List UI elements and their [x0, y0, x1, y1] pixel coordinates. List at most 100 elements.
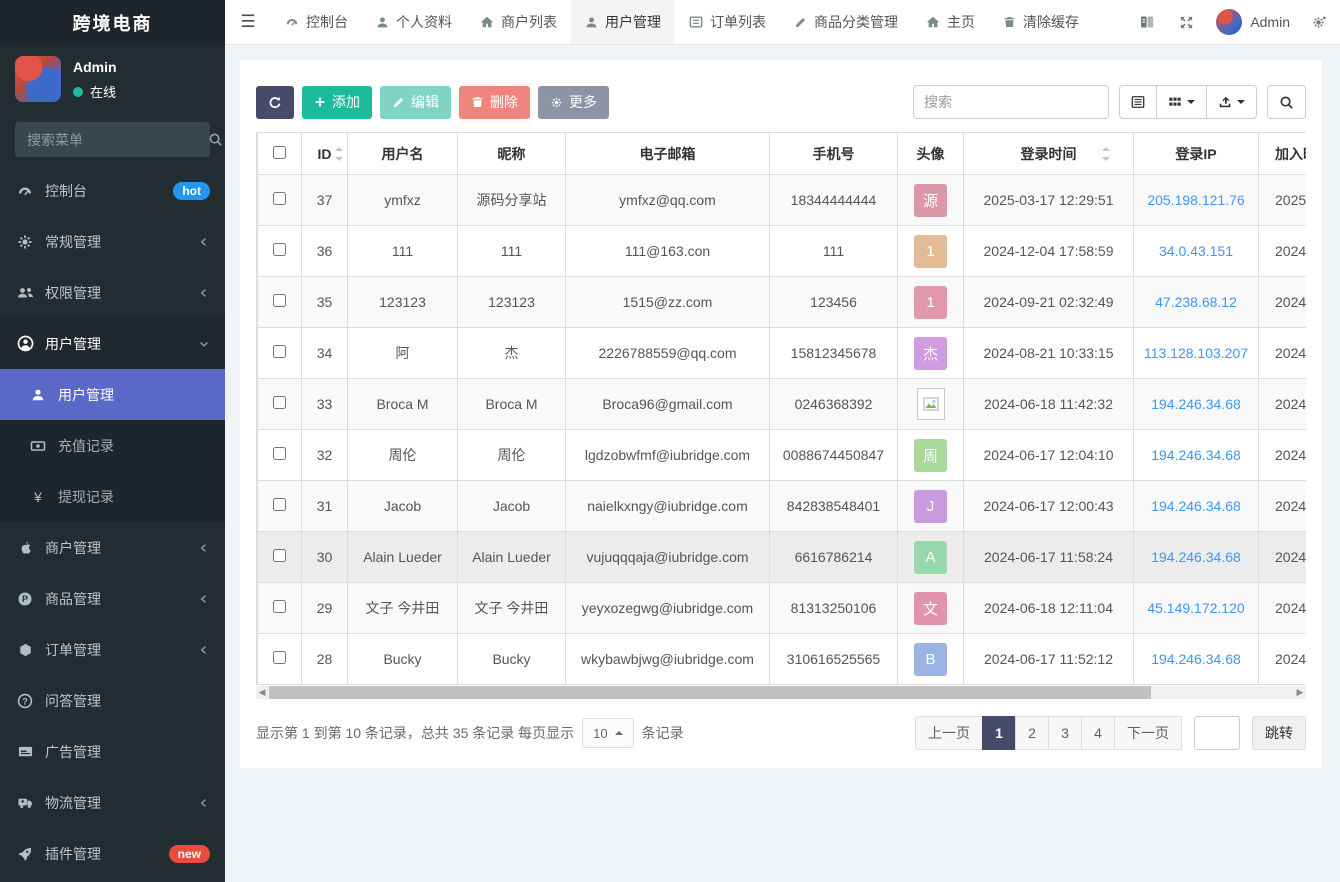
admin-dropdown[interactable]: Admin: [1206, 0, 1300, 44]
jump-page-input[interactable]: [1194, 716, 1240, 750]
login-ip-link[interactable]: 194.246.34.68: [1134, 379, 1259, 430]
cell-join-time: 2024-06: [1259, 634, 1307, 685]
columns-button[interactable]: [1156, 85, 1207, 119]
cell-avatar: 1: [898, 277, 964, 328]
header-id[interactable]: ID: [302, 133, 348, 175]
user-status: 在线: [90, 82, 116, 101]
tab-dashboard[interactable]: 控制台: [271, 0, 362, 44]
tab-clear-cache[interactable]: 清除缓存: [989, 0, 1093, 44]
select-all-checkbox[interactable]: [273, 146, 286, 159]
row-checkbox[interactable]: [273, 192, 286, 205]
sidebar-item-order[interactable]: 订单管理: [0, 624, 225, 675]
cell-id: 29: [302, 583, 348, 634]
tab-order-list[interactable]: 订单列表: [675, 0, 780, 44]
login-ip-link[interactable]: 194.246.34.68: [1134, 532, 1259, 583]
cell-avatar: 杰: [898, 328, 964, 379]
sidebar-item-plugins[interactable]: 插件管理 new: [0, 828, 225, 879]
edit-button[interactable]: 编辑: [380, 86, 451, 119]
sidebar-item-permission[interactable]: 权限管理: [0, 267, 225, 318]
tab-category-management[interactable]: 商品分类管理: [780, 0, 912, 44]
header-login-time[interactable]: 登录时间: [964, 133, 1134, 175]
page-button[interactable]: 3: [1048, 716, 1082, 750]
table-search-input[interactable]: [913, 85, 1109, 119]
row-checkbox[interactable]: [273, 447, 286, 460]
truck-icon: [15, 795, 35, 810]
sidebar-search[interactable]: [15, 122, 210, 157]
page-button[interactable]: 4: [1081, 716, 1115, 750]
chevron-left-icon: [198, 287, 210, 299]
page-button[interactable]: 2: [1015, 716, 1049, 750]
users-icon: [15, 285, 35, 301]
online-dot-icon: [73, 87, 83, 97]
sidebar-item-dashboard[interactable]: 控制台 hot: [0, 165, 225, 216]
search-icon: [208, 132, 223, 147]
sidebar-subitem-user-management[interactable]: 用户管理: [0, 369, 225, 420]
add-button[interactable]: 添加: [302, 86, 372, 119]
row-checkbox[interactable]: [273, 243, 286, 256]
search-submit-button[interactable]: [1267, 85, 1306, 119]
login-ip-link[interactable]: 205.198.121.76: [1134, 175, 1259, 226]
sidebar-item-ads[interactable]: 广告管理: [0, 726, 225, 777]
login-ip-link[interactable]: 47.238.68.12: [1134, 277, 1259, 328]
row-checkbox[interactable]: [273, 549, 286, 562]
tab-user-management[interactable]: 用户管理: [571, 0, 675, 44]
fullscreen-button[interactable]: [1167, 0, 1206, 44]
sidebar-item-user-management[interactable]: 用户管理: [0, 318, 225, 369]
language-switch-button[interactable]: [1127, 0, 1167, 44]
page-button[interactable]: 下一页: [1114, 716, 1182, 750]
page-button[interactable]: 1: [982, 716, 1016, 750]
tab-merchant-list[interactable]: 商户列表: [466, 0, 571, 44]
sidebar-item-qa[interactable]: ? 问答管理: [0, 675, 225, 726]
sidebar-item-product[interactable]: P 商品管理: [0, 573, 225, 624]
refresh-button[interactable]: [256, 86, 294, 119]
cell-nickname: Bucky: [458, 634, 566, 685]
settings-button[interactable]: [1300, 0, 1340, 44]
detail-view-button[interactable]: [1119, 85, 1157, 119]
sidebar-item-merchant[interactable]: 商户管理: [0, 522, 225, 573]
more-button[interactable]: 更多: [538, 86, 609, 119]
table-row: 33 Broca M Broca M Broca96@gmail.com 024…: [258, 379, 1307, 430]
cell-username: Alain Lueder: [348, 532, 458, 583]
login-ip-link[interactable]: 194.246.34.68: [1134, 634, 1259, 685]
tab-home[interactable]: 主页: [912, 0, 989, 44]
scroll-right-arrow[interactable]: ▶: [1294, 686, 1306, 699]
sidebar-search-input[interactable]: [27, 132, 208, 148]
chevron-left-icon: [198, 542, 210, 554]
chevron-left-icon: [198, 236, 210, 248]
cell-avatar: A: [898, 532, 964, 583]
scroll-left-arrow[interactable]: ◀: [256, 686, 268, 699]
cell-email: 1515@zz.com: [566, 277, 770, 328]
tab-profile[interactable]: 个人资料: [362, 0, 466, 44]
row-checkbox[interactable]: [273, 498, 286, 511]
row-checkbox[interactable]: [273, 651, 286, 664]
page-button[interactable]: 上一页: [915, 716, 983, 750]
login-ip-link[interactable]: 194.246.34.68: [1134, 430, 1259, 481]
jump-button[interactable]: 跳转: [1252, 716, 1306, 750]
per-page-dropdown[interactable]: 10: [582, 718, 633, 748]
caret-down-icon: [1187, 100, 1195, 104]
sidebar-subitem-recharge-records[interactable]: 充值记录: [0, 420, 225, 471]
export-button[interactable]: [1206, 85, 1257, 119]
sidebar-item-logistics[interactable]: 物流管理: [0, 777, 225, 828]
sidebar-subitem-withdraw-records[interactable]: ¥ 提现记录: [0, 471, 225, 522]
scrollbar-thumb[interactable]: [269, 686, 1151, 699]
row-checkbox[interactable]: [273, 294, 286, 307]
sidebar-item-general[interactable]: 常规管理: [0, 216, 225, 267]
cell-join-time: 2024-06: [1259, 532, 1307, 583]
login-ip-link[interactable]: 45.149.172.120: [1134, 583, 1259, 634]
sidebar-toggle-button[interactable]: ☰: [225, 0, 271, 44]
cube-icon: [15, 642, 35, 658]
delete-button[interactable]: 删除: [459, 86, 530, 119]
row-checkbox[interactable]: [273, 345, 286, 358]
row-checkbox[interactable]: [273, 600, 286, 613]
login-ip-link[interactable]: 113.128.103.207: [1134, 328, 1259, 379]
login-ip-link[interactable]: 194.246.34.68: [1134, 481, 1259, 532]
cell-phone: 6616786214: [770, 532, 898, 583]
yen-icon: ¥: [28, 489, 48, 505]
sort-icon: [334, 147, 344, 161]
row-checkbox[interactable]: [273, 396, 286, 409]
list-alt-icon: [689, 15, 703, 29]
fullscreen-icon: [1179, 15, 1194, 30]
table-row: 37 ymfxz 源码分享站 ymfxz@qq.com 18344444444 …: [258, 175, 1307, 226]
login-ip-link[interactable]: 34.0.43.151: [1134, 226, 1259, 277]
